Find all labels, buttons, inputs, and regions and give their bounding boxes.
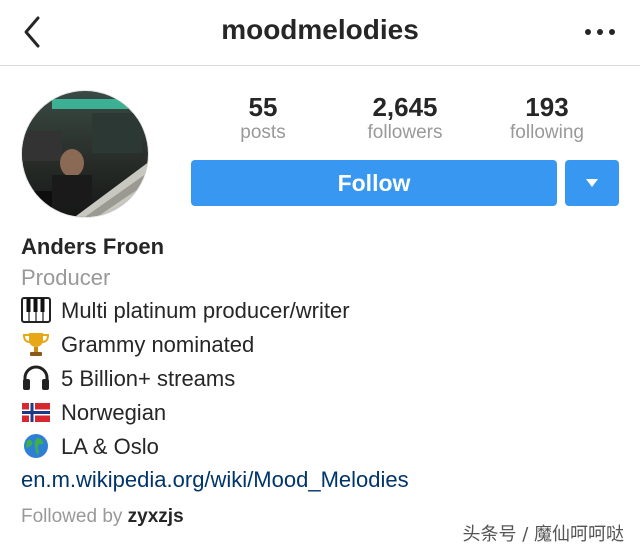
page-title: moodmelodies <box>221 14 419 45</box>
profile-name: Anders Froen <box>21 234 165 259</box>
more-options-icon[interactable] <box>580 18 620 48</box>
bio-text: Grammy nominated <box>61 332 255 357</box>
caret-down-icon <box>586 179 598 187</box>
bio-text: 5 Billion+ streams <box>61 366 236 391</box>
globe-icon <box>21 433 51 459</box>
followed-by-user[interactable]: zyxzjs <box>128 506 184 527</box>
headphones-icon <box>21 365 51 391</box>
profile-category: Producer <box>21 265 111 290</box>
followed-by: Followed by zyxzjs <box>21 506 184 528</box>
bio-text: LA & Oslo <box>61 434 159 459</box>
bio-text: Norwegian <box>61 400 167 425</box>
trophy-icon <box>21 331 51 357</box>
bio-text: Multi platinum producer/writer <box>61 298 350 323</box>
follow-button[interactable]: Follow <box>191 160 557 206</box>
suggested-dropdown-button[interactable] <box>565 160 619 206</box>
followers-stat[interactable]: 2,645 followers <box>340 92 470 144</box>
following-stat[interactable]: 193 following <box>482 92 612 144</box>
avatar[interactable] <box>21 90 149 218</box>
followers-label: followers <box>367 122 443 143</box>
profile-website-link[interactable]: en.m.wikipedia.org/wiki/Mood_Melodies <box>21 467 409 493</box>
piano-keys-icon <box>21 297 51 323</box>
following-count: 193 <box>525 92 569 122</box>
bio-line-nationality: Norwegian <box>21 398 166 428</box>
bio-line-grammy: Grammy nominated <box>21 330 254 360</box>
followers-count: 2,645 <box>372 92 438 122</box>
following-label: following <box>510 122 584 143</box>
bio-line-location: LA & Oslo <box>21 432 159 462</box>
watermark: 头条号 / 魔仙呵呵哒 <box>462 524 624 545</box>
followed-by-label: Followed by <box>21 506 123 527</box>
top-nav-bar: moodmelodies <box>0 0 640 66</box>
bio-line-streams: 5 Billion+ streams <box>21 364 235 394</box>
bio-line-producer: Multi platinum producer/writer <box>21 296 350 326</box>
posts-stat[interactable]: 55 posts <box>198 92 328 144</box>
posts-count: 55 <box>248 92 278 122</box>
norway-flag-icon <box>21 399 51 425</box>
posts-label: posts <box>240 122 286 143</box>
